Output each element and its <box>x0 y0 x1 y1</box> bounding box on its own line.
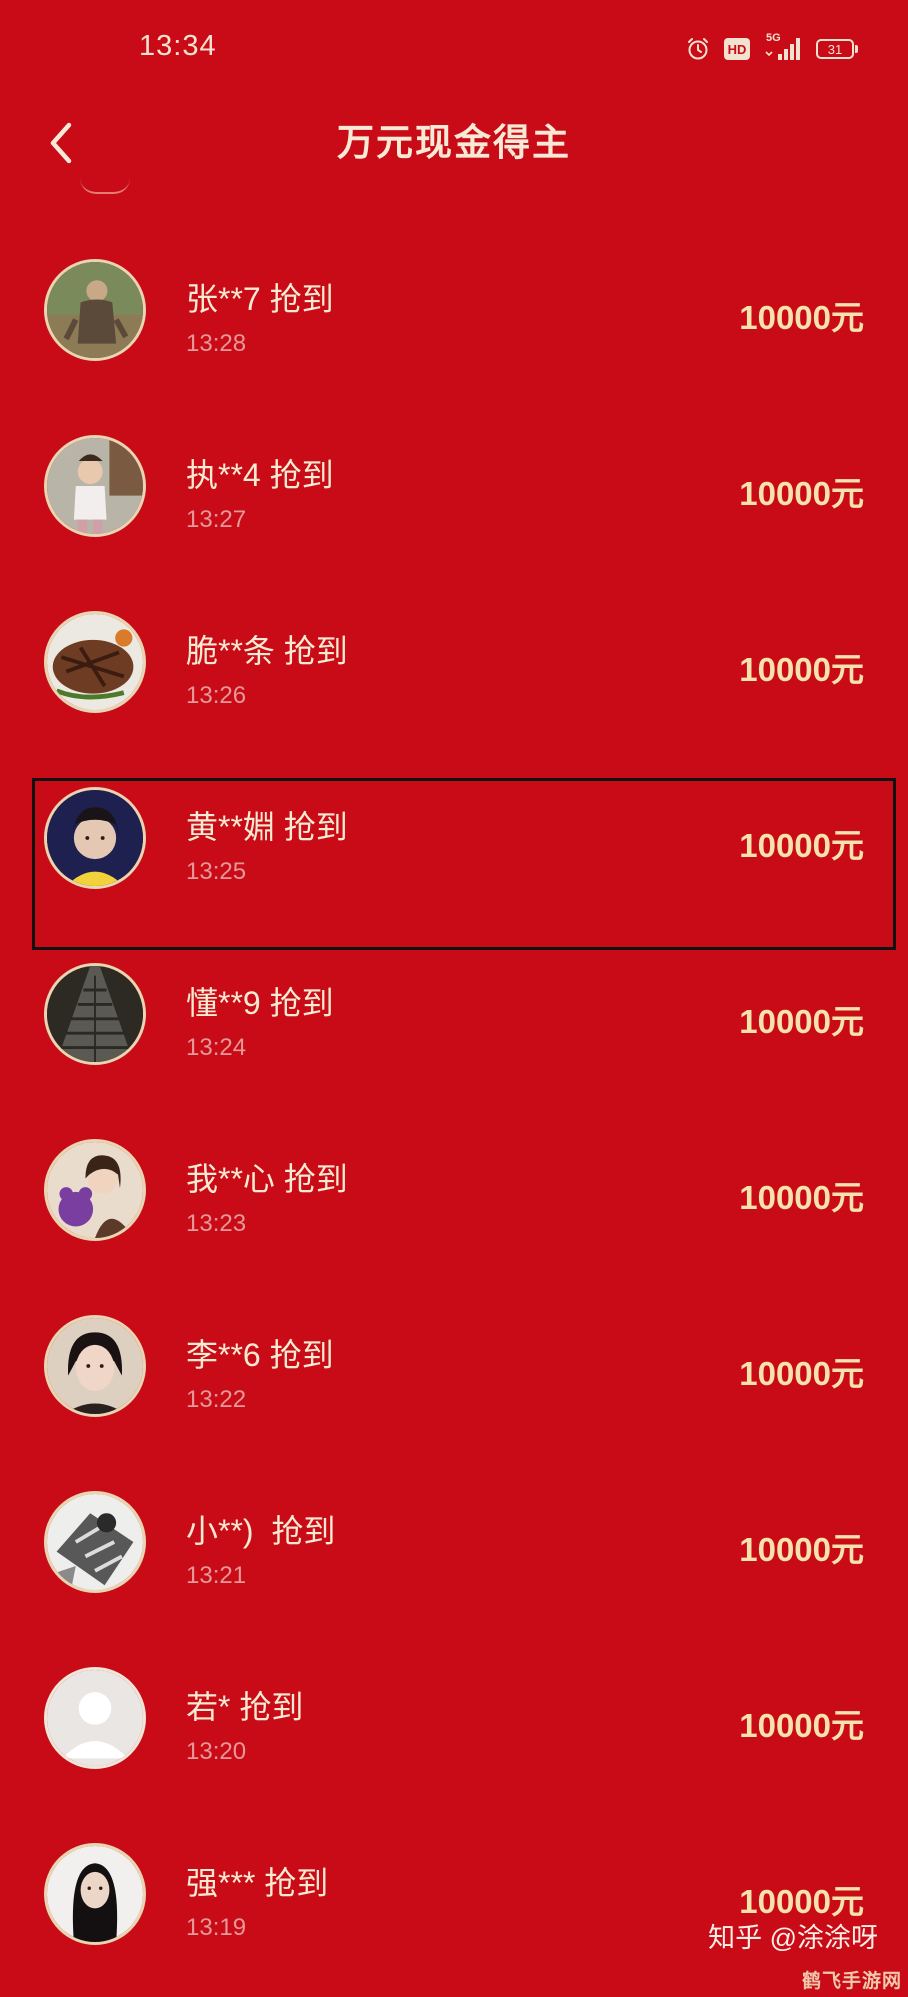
user-avatar <box>44 1667 146 1769</box>
user-avatar <box>44 611 146 713</box>
winner-name: 执**4 抢到 <box>186 457 334 493</box>
winner-time: 13:22 <box>186 1386 247 1413</box>
winner-name: 若* 抢到 <box>186 1689 304 1725</box>
winner-time: 13:20 <box>186 1738 247 1765</box>
user-avatar <box>44 259 146 361</box>
winner-amount: 10000元 <box>739 651 864 688</box>
winner-row[interactable]: 我**心 抢到 13:23 10000元 <box>0 1103 908 1278</box>
winner-time: 13:28 <box>186 330 247 357</box>
winner-name: 小**) 抢到 <box>186 1513 336 1549</box>
winner-row[interactable]: 李**6 抢到 13:22 10000元 <box>0 1279 908 1454</box>
winner-row[interactable]: 懂**9 抢到 13:24 10000元 <box>0 927 908 1102</box>
winner-row[interactable]: 小**) 抢到 13:21 10000元 <box>0 1455 908 1630</box>
user-avatar <box>44 1491 146 1593</box>
winner-name: 我**心 抢到 <box>186 1161 348 1197</box>
winner-row[interactable]: 张**7 抢到 13:28 10000元 <box>0 224 908 399</box>
winner-amount: 10000元 <box>739 1531 864 1568</box>
user-avatar <box>44 435 146 537</box>
winner-time: 13:26 <box>186 682 247 709</box>
winner-amount: 10000元 <box>739 1179 864 1216</box>
winner-amount: 10000元 <box>739 827 864 864</box>
winner-row[interactable]: 脆**条 抢到 13:26 10000元 <box>0 575 908 750</box>
default-avatar-icon <box>47 1670 143 1766</box>
winner-row[interactable]: 黄**婣 抢到 13:25 10000元 <box>0 751 908 926</box>
winner-amount: 10000元 <box>739 299 864 336</box>
winner-name: 张**7 抢到 <box>186 281 334 317</box>
status-bar: 13:34 HD 5G 31 <box>0 0 908 100</box>
partial-avatar-edge <box>80 178 130 194</box>
winner-time: 13:27 <box>186 506 247 533</box>
winner-time: 13:24 <box>186 1034 247 1061</box>
winner-name: 李**6 抢到 <box>186 1337 334 1373</box>
battery-icon: 31 <box>816 39 858 59</box>
winner-name: 脆**条 抢到 <box>186 633 348 669</box>
watermark: 知乎 @涂涂呀 <box>708 1923 878 1953</box>
page-title: 万元现金得主 <box>337 122 571 163</box>
winner-name: 黄**婣 抢到 <box>186 809 348 845</box>
site-watermark: 鹤飞手游网 <box>801 1971 902 1992</box>
winner-time: 13:25 <box>186 858 247 885</box>
winner-time: 13:19 <box>186 1914 247 1941</box>
winner-row[interactable]: 若* 抢到 13:20 10000元 <box>0 1631 908 1806</box>
signal-icon: 5G <box>764 32 802 62</box>
user-avatar <box>44 787 146 889</box>
user-avatar <box>44 1315 146 1417</box>
winner-time: 13:21 <box>186 1562 247 1589</box>
hd-icon: HD <box>724 38 750 60</box>
winner-row[interactable]: 强*** 抢到 13:19 10000元 <box>0 1807 908 1982</box>
alarm-icon <box>686 37 710 61</box>
winner-name: 懂**9 抢到 <box>186 985 334 1021</box>
winner-amount: 10000元 <box>739 1003 864 1040</box>
winner-row[interactable]: 执**4 抢到 13:27 10000元 <box>0 399 908 574</box>
user-avatar <box>44 963 146 1065</box>
winner-amount: 10000元 <box>739 475 864 512</box>
user-avatar <box>44 1843 146 1945</box>
status-icons: HD 5G 31 <box>686 32 858 64</box>
winner-time: 13:23 <box>186 1210 247 1237</box>
winner-name: 强*** 抢到 <box>186 1865 329 1901</box>
winner-amount: 10000元 <box>739 1355 864 1392</box>
winner-amount: 10000元 <box>739 1707 864 1744</box>
user-avatar <box>44 1139 146 1241</box>
status-time: 13:34 <box>139 30 217 62</box>
nav-bar: 万元现金得主 <box>0 100 908 188</box>
